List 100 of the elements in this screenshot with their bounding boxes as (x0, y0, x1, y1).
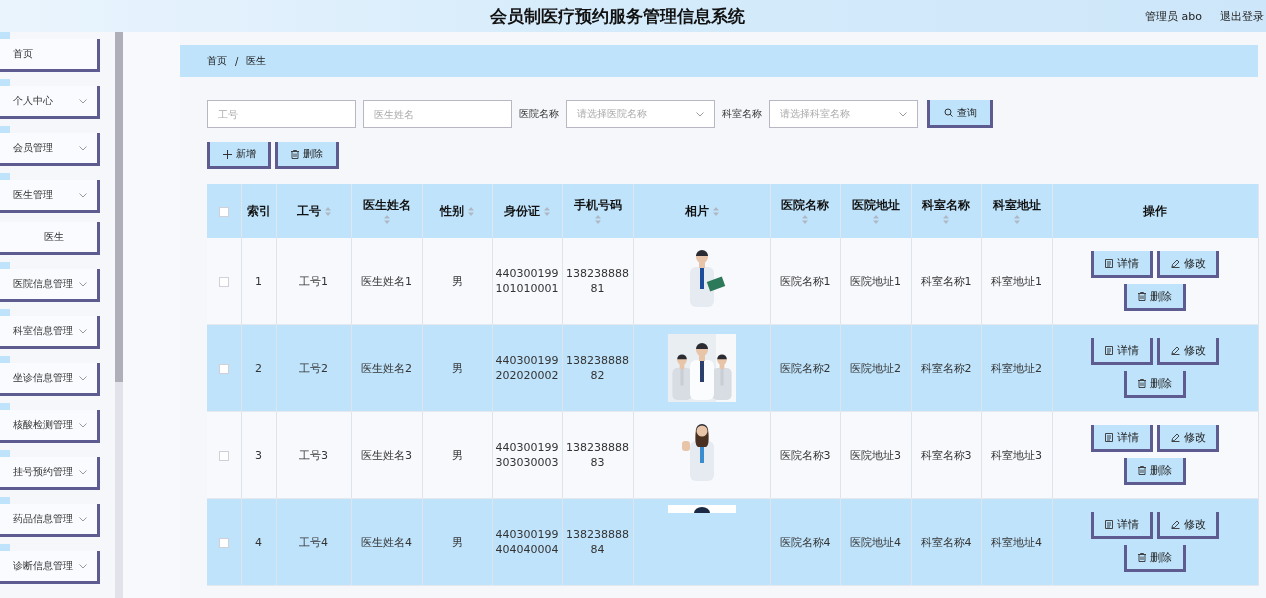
document-icon (1105, 432, 1113, 442)
document-icon (1105, 519, 1113, 529)
sort-icon[interactable] (544, 206, 550, 216)
menu-marker (0, 356, 10, 363)
sidebar-item[interactable]: 医院信息管理 (0, 269, 100, 302)
search-field[interactable]: 医生姓名 (363, 100, 512, 128)
chevron-down-icon (696, 111, 704, 117)
table-cell: 工号4 (276, 498, 351, 586)
delete-button[interactable]: 删除 (275, 142, 339, 169)
table-cell: 医生姓名3 (351, 411, 422, 499)
sidebar-item[interactable]: 核酸检测管理 (0, 410, 100, 443)
detail-button[interactable]: 详情 (1091, 425, 1153, 452)
edit-button[interactable]: 修改 (1157, 338, 1219, 365)
sort-icon[interactable] (872, 215, 879, 224)
chevron-down-icon (79, 145, 87, 151)
sidebar-item[interactable]: 首页 (0, 39, 100, 72)
column-header: 医院名称 (781, 198, 829, 213)
table-cell: 440300199404040004 (492, 498, 562, 586)
sidebar-item[interactable]: 坐诊信息管理 (0, 363, 100, 396)
table-cell: 医院地址3 (840, 411, 911, 499)
sidebar-item[interactable]: 医生管理 (0, 180, 100, 213)
user-label: 管理员 abo (1145, 8, 1202, 24)
app-title: 会员制医疗预约服务管理信息系统 (489, 4, 746, 28)
table-cell: 2 (241, 324, 276, 412)
breadcrumb-separator: / (235, 55, 239, 67)
scrollbar[interactable] (115, 32, 123, 598)
detail-button[interactable]: 详情 (1091, 512, 1153, 539)
sort-icon[interactable] (468, 206, 474, 216)
table-cell: 13823888883 (562, 411, 633, 499)
column-header: 索引 (246, 203, 271, 219)
chevron-down-icon (899, 111, 907, 117)
menu-marker (0, 126, 10, 133)
table-cell: 科室名称3 (911, 411, 981, 499)
search-field[interactable]: 工号 (207, 100, 356, 128)
breadcrumb-item[interactable]: 首页 (207, 54, 227, 68)
document-icon (1105, 345, 1113, 355)
sidebar-item[interactable]: 医生 (0, 222, 100, 255)
detail-button[interactable]: 详情 (1091, 338, 1153, 365)
delete-button[interactable]: 删除 (1124, 458, 1186, 485)
chevron-down-icon (79, 281, 87, 287)
sidebar-item[interactable]: 药品信息管理 (0, 504, 100, 537)
sort-icon[interactable] (943, 215, 949, 224)
table-cell: 医生姓名2 (351, 324, 422, 412)
menu-marker (0, 262, 10, 269)
sort-icon[interactable] (594, 215, 601, 224)
detail-button[interactable]: 详情 (1091, 251, 1153, 278)
sort-icon[interactable] (383, 215, 390, 224)
menu-marker (0, 544, 10, 551)
table-cell: 医院名称4 (770, 498, 840, 586)
table-cell: 医院名称1 (770, 238, 840, 325)
column-header: 身份证 (504, 203, 540, 219)
table-cell: 医生姓名4 (351, 498, 422, 586)
pencil-icon (1170, 258, 1180, 268)
sidebar-item[interactable]: 科室信息管理 (0, 316, 100, 349)
sort-icon[interactable] (802, 215, 808, 224)
chevron-down-icon (79, 192, 87, 198)
sidebar-item[interactable]: 挂号预约管理 (0, 457, 100, 490)
column-header: 科室名称 (922, 198, 970, 213)
table-cell: 医院地址1 (840, 238, 911, 325)
sidebar-item[interactable]: 会员管理 (0, 133, 100, 166)
checkbox[interactable] (218, 537, 229, 548)
chevron-down-icon (79, 422, 87, 428)
table-cell: 男 (422, 238, 492, 325)
table-cell: 医院地址2 (840, 324, 911, 412)
pencil-icon (1170, 519, 1180, 529)
field-label: 医院名称 (519, 107, 559, 121)
chevron-down-icon (79, 375, 87, 381)
table-cell: 医院名称3 (770, 411, 840, 499)
sort-icon[interactable] (712, 206, 719, 216)
sort-icon[interactable] (324, 206, 331, 216)
column-header: 手机号码 (573, 198, 622, 213)
delete-button[interactable]: 删除 (1124, 545, 1186, 572)
edit-button[interactable]: 修改 (1157, 425, 1219, 452)
menu-marker (0, 497, 10, 504)
sidebar-item[interactable]: 诊断信息管理 (0, 551, 100, 584)
field-label: 科室名称 (722, 107, 762, 121)
trash-icon (291, 149, 299, 159)
edit-button[interactable]: 修改 (1157, 512, 1219, 539)
checkbox[interactable] (218, 363, 229, 374)
column-header: 工号 (296, 203, 321, 219)
table-cell: 3 (241, 411, 276, 499)
checkbox[interactable] (218, 450, 229, 461)
logout-link[interactable]: 退出登录 (1220, 8, 1264, 24)
table-cell: 男 (422, 411, 492, 499)
table-cell: 440300199202020002 (492, 324, 562, 412)
delete-button[interactable]: 删除 (1124, 371, 1186, 398)
column-header: 性别 (440, 203, 464, 219)
delete-button[interactable]: 删除 (1124, 284, 1186, 311)
table-cell: 科室名称2 (911, 324, 981, 412)
search-button[interactable]: 查询 (927, 100, 993, 128)
sidebar-item[interactable]: 个人中心 (0, 86, 100, 119)
edit-button[interactable]: 修改 (1157, 251, 1219, 278)
checkbox[interactable] (218, 206, 229, 217)
table-cell: 13823888881 (562, 238, 633, 325)
sort-icon[interactable] (1013, 215, 1020, 224)
search-icon (943, 108, 953, 117)
table-cell: 医生姓名1 (351, 238, 422, 325)
column-header: 医生姓名 (362, 198, 411, 213)
add-button[interactable]: 新增 (207, 142, 271, 169)
checkbox[interactable] (218, 276, 229, 287)
